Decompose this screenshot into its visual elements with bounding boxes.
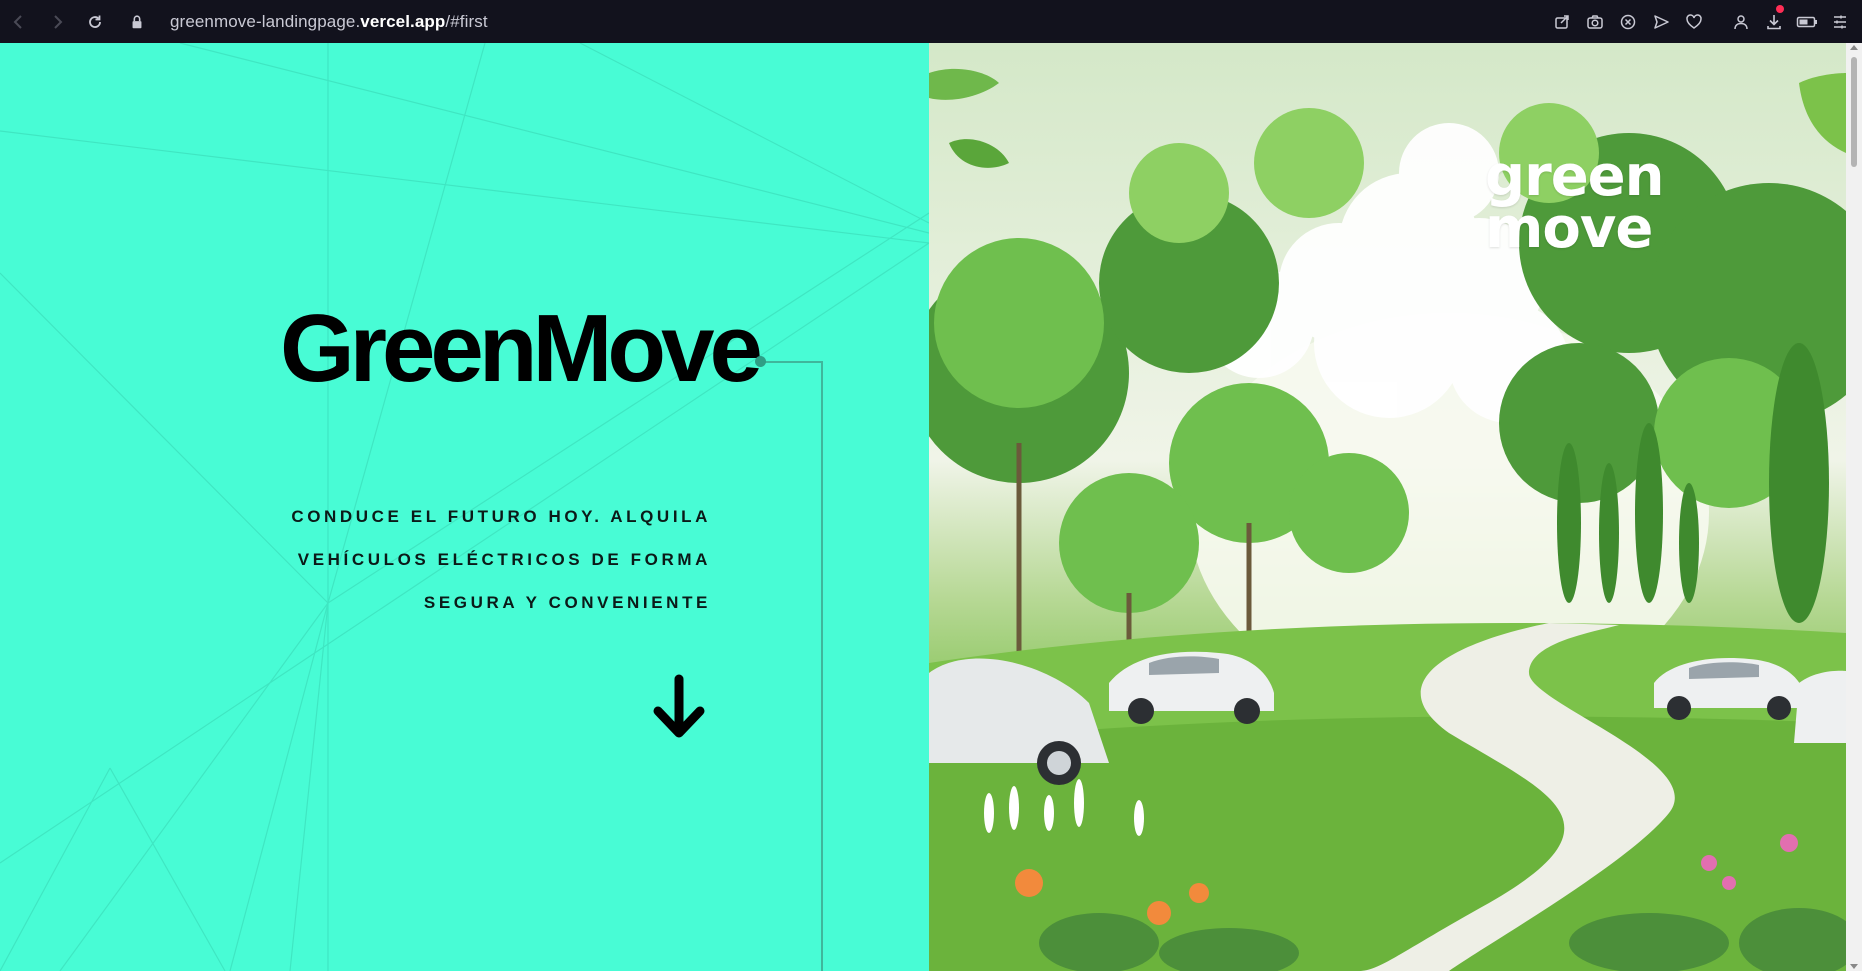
park-illustration: [929, 68, 1846, 971]
url-domain: vercel.app: [360, 11, 446, 31]
hero-illustration: green move: [929, 43, 1846, 971]
scroll-down-arrow-icon[interactable]: [652, 673, 706, 741]
page-scrollbar[interactable]: [1846, 43, 1862, 971]
menu-icon[interactable]: [1823, 0, 1856, 43]
accent-connector-line: [760, 361, 823, 971]
greenmove-logo: green move: [1485, 149, 1665, 261]
download-icon[interactable]: [1757, 0, 1790, 43]
share-icon[interactable]: [1545, 0, 1578, 43]
battery-icon[interactable]: [1790, 0, 1823, 43]
tagline-line-2: VEHÍCULOS ELÉCTRICOS DE FORMA: [297, 550, 711, 569]
accent-dot: [755, 356, 766, 367]
camera-icon[interactable]: [1578, 0, 1611, 43]
notification-dot: [1776, 5, 1784, 13]
profile-icon[interactable]: [1724, 0, 1757, 43]
browser-toolbar: greenmove-landingpage.vercel.app/#first: [0, 0, 1862, 43]
reload-button[interactable]: [76, 0, 114, 43]
forward-button[interactable]: [38, 0, 76, 43]
toolbar-icons: [1545, 0, 1856, 43]
page-content: GreenMove CONDUCE EL FUTURO HOY. ALQUILA…: [0, 43, 1862, 971]
back-arrow-icon: [13, 14, 22, 29]
logo-line-2: move: [1485, 196, 1653, 261]
hero-section: GreenMove CONDUCE EL FUTURO HOY. ALQUILA…: [0, 43, 929, 971]
address-bar[interactable]: greenmove-landingpage.vercel.app/#first: [170, 12, 488, 32]
close-circle-icon[interactable]: [1611, 0, 1644, 43]
send-icon[interactable]: [1644, 0, 1677, 43]
url-suffix: /#first: [445, 11, 488, 31]
url-prefix: greenmove-landingpage.: [170, 11, 361, 31]
scroll-thumb[interactable]: [1851, 57, 1857, 167]
scroll-up-icon[interactable]: [1850, 45, 1858, 50]
back-button[interactable]: [0, 0, 38, 43]
hero-title: GreenMove: [280, 295, 763, 402]
lock-icon[interactable]: [128, 13, 146, 31]
reload-icon: [89, 15, 101, 28]
scroll-down-icon[interactable]: [1850, 964, 1858, 969]
hero-tagline: CONDUCE EL FUTURO HOY. ALQUILA VEHÍCULOS…: [251, 495, 711, 624]
heart-icon[interactable]: [1677, 0, 1710, 43]
tagline-line-3: SEGURA Y CONVENIENTE: [423, 593, 711, 612]
forward-arrow-icon: [54, 14, 63, 29]
tagline-line-1: CONDUCE EL FUTURO HOY. ALQUILA: [291, 507, 711, 526]
